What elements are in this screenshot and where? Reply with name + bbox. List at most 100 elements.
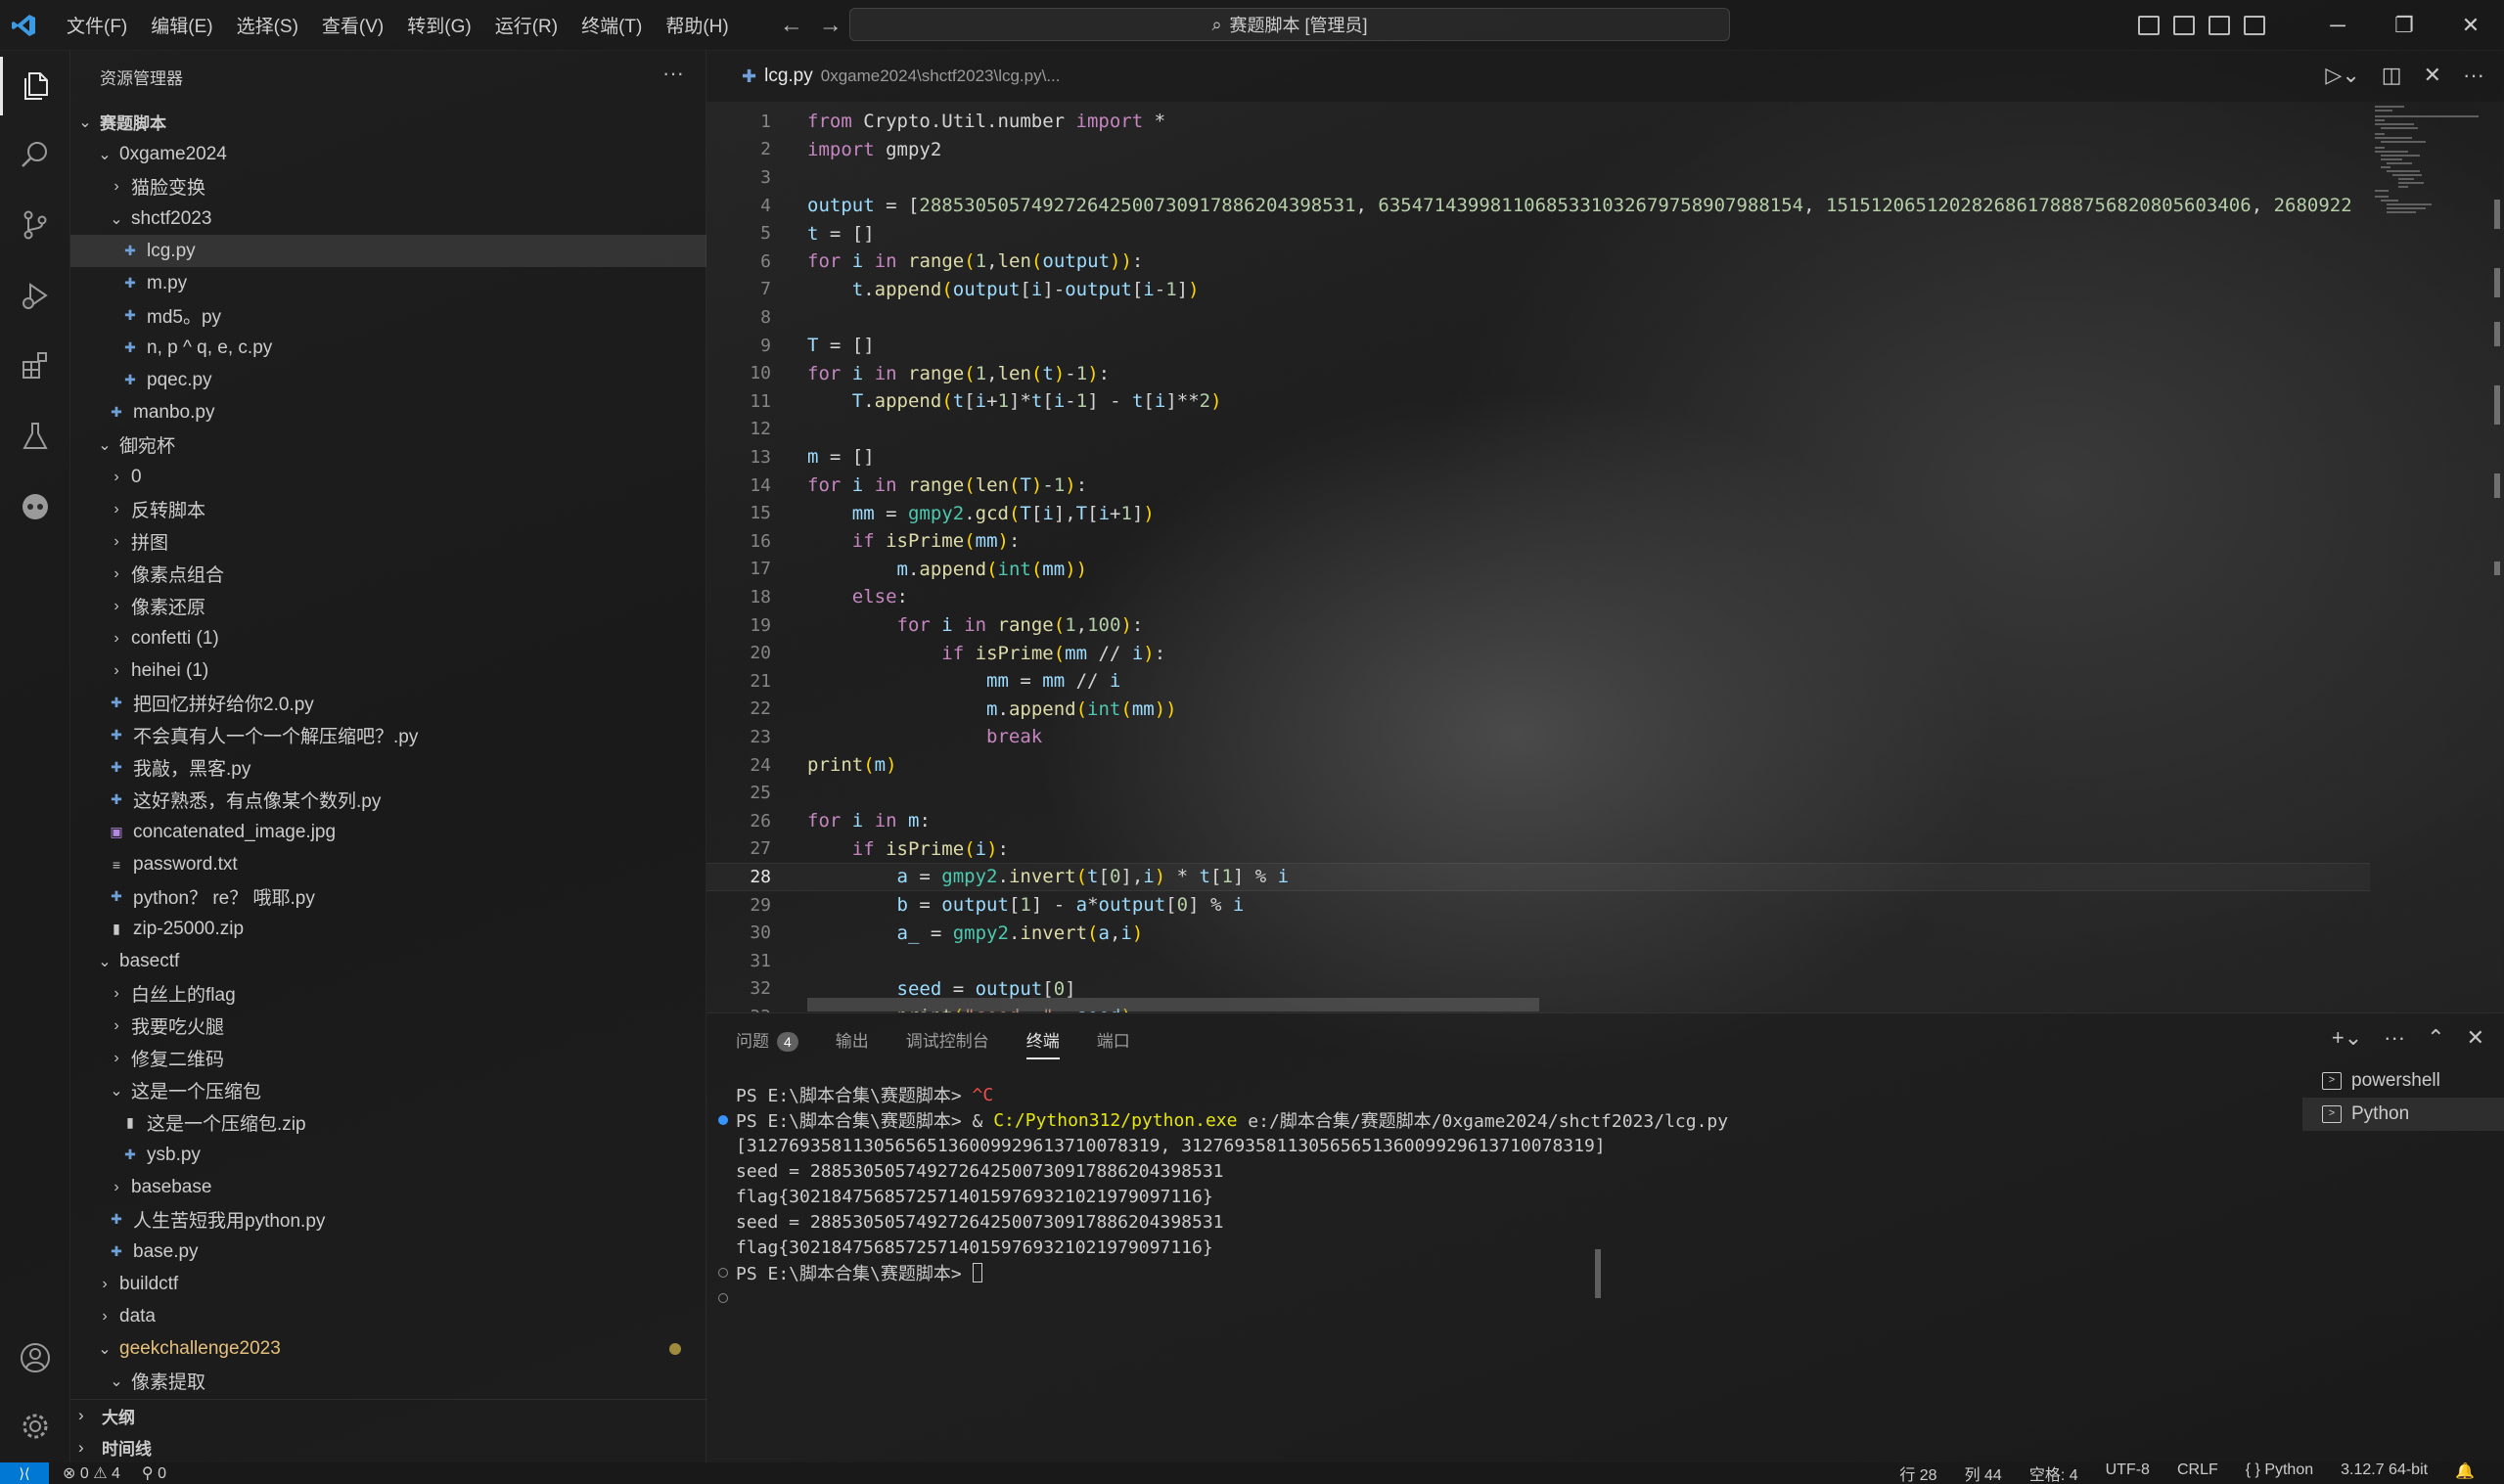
menu-run[interactable]: 运行(R)	[483, 12, 569, 38]
restore-button[interactable]: ❐	[2371, 13, 2437, 38]
code-line[interactable]: 23 break	[706, 723, 2370, 751]
tree-folder[interactable]: ⌄ shctf2023	[70, 202, 706, 235]
code-line[interactable]: 9 T = []	[706, 332, 2370, 360]
close-panel-icon[interactable]: ✕	[2467, 1025, 2484, 1051]
tree-file[interactable]: ▮ zip-25000.zip	[70, 913, 706, 945]
problems-status[interactable]: ⊗ 0 ⚠ 4	[63, 1463, 120, 1483]
code-line[interactable]: 21 mm = mm // i	[706, 667, 2370, 696]
code-line[interactable]: 6 for i in range(1,len(output)):	[706, 247, 2370, 276]
editor-tab-lcg[interactable]: ✚ lcg.py 0xgame2024\shctf2023\lcg.py\...	[742, 66, 1061, 87]
timeline-section[interactable]: › 时间线	[70, 1431, 706, 1463]
menu-help[interactable]: 帮助(H)	[654, 12, 740, 38]
ports-status[interactable]: ⚲ 0	[142, 1463, 166, 1483]
code-line[interactable]: 29 b = output[1] - a*output[0] % i	[706, 891, 2370, 920]
run-debug-icon[interactable]	[0, 266, 70, 325]
language-mode[interactable]: { } Python	[2246, 1462, 2313, 1484]
tree-folder[interactable]: › 拼图	[70, 525, 706, 558]
tree-file[interactable]: ✚ base.py	[70, 1236, 706, 1268]
tree-folder[interactable]: › data	[70, 1300, 706, 1332]
toggle-primary-sidebar-icon[interactable]	[2138, 16, 2160, 35]
tab-output[interactable]: 输出	[836, 1027, 869, 1052]
code-line[interactable]: 20 if isPrime(mm // i):	[706, 639, 2370, 667]
tree-file[interactable]: ✚ 人生苦短我用python.py	[70, 1203, 706, 1236]
terminal-item-powershell[interactable]: > powershell	[2302, 1064, 2504, 1098]
outline-section[interactable]: › 大纲	[70, 1399, 706, 1431]
tree-file[interactable]: ≡ password.txt	[70, 848, 706, 880]
code-line[interactable]: 3	[706, 163, 2370, 192]
close-icon[interactable]: ✕	[2424, 63, 2441, 88]
new-terminal-icon[interactable]: +⌄	[2332, 1025, 2362, 1051]
close-window-button[interactable]: ✕	[2437, 13, 2504, 38]
menu-edit[interactable]: 编辑(E)	[139, 12, 224, 38]
terminal-item-python[interactable]: > Python	[2302, 1098, 2504, 1131]
tree-folder[interactable]: › buildctf	[70, 1268, 706, 1300]
code-line[interactable]: 4 output = [28853050574927264250073091788…	[706, 192, 2370, 220]
code-line[interactable]: 28 a = gmpy2.invert(t[0],i) * t[1] % i	[706, 863, 2370, 891]
tree-folder[interactable]: › 我要吃火腿	[70, 1010, 706, 1042]
code-line[interactable]: 31	[706, 947, 2370, 975]
explorer-icon[interactable]	[0, 57, 70, 115]
code-line[interactable]: 17 m.append(int(mm))	[706, 556, 2370, 584]
search-icon[interactable]	[0, 125, 70, 184]
code-line[interactable]: 12	[706, 416, 2370, 444]
forward-arrow-icon[interactable]: →	[819, 12, 842, 39]
remote-indicator-icon[interactable]: ⟩⟨	[0, 1462, 49, 1484]
tree-folder[interactable]: › 像素还原	[70, 590, 706, 622]
more-actions-icon[interactable]: ···	[2384, 1025, 2405, 1051]
maximize-panel-icon[interactable]: ⌃	[2427, 1025, 2444, 1051]
code-line[interactable]: 16 if isPrime(mm):	[706, 527, 2370, 556]
tree-file[interactable]: ✚ manbo.py	[70, 396, 706, 428]
code-line[interactable]: 27 if isPrime(i):	[706, 835, 2370, 864]
account-icon[interactable]	[0, 1328, 70, 1387]
tree-folder[interactable]: › heihei (1)	[70, 654, 706, 687]
tree-file[interactable]: ▣ concatenated_image.jpg	[70, 816, 706, 848]
tree-file[interactable]: ✚ ysb.py	[70, 1139, 706, 1171]
cursor-col[interactable]: 列 44	[1965, 1462, 2002, 1484]
more-actions-icon[interactable]: ···	[2463, 63, 2484, 88]
terminal-scrollbar[interactable]	[1595, 1249, 1601, 1298]
horizontal-scrollbar[interactable]	[807, 998, 1539, 1012]
toggle-secondary-sidebar-icon[interactable]	[2208, 16, 2230, 35]
code-line[interactable]: 18 else:	[706, 583, 2370, 611]
tree-folder[interactable]: › 白丝上的flag	[70, 977, 706, 1010]
tree-folder[interactable]: ⌄ 0xgame2024	[70, 138, 706, 170]
tree-folder[interactable]: › 猫脸变换	[70, 170, 706, 202]
customize-layout-icon[interactable]	[2244, 16, 2265, 35]
code-line[interactable]: 10 for i in range(1,len(t)-1):	[706, 359, 2370, 387]
code-line[interactable]: 11 T.append(t[i+1]*t[i-1] - t[i]**2)	[706, 387, 2370, 416]
code-line[interactable]: 7 t.append(output[i]-output[i-1])	[706, 276, 2370, 304]
cursor-line[interactable]: 行 28	[1899, 1462, 1936, 1484]
menu-terminal[interactable]: 终端(T)	[569, 12, 654, 38]
code-line[interactable]: 14 for i in range(len(T)-1):	[706, 472, 2370, 500]
settings-gear-icon[interactable]	[0, 1397, 70, 1456]
tree-folder[interactable]: ⌄ basectf	[70, 945, 706, 977]
tree-root[interactable]: ⌄ 赛题脚本	[70, 106, 706, 138]
python-version[interactable]: 3.12.7 64-bit	[2341, 1462, 2428, 1484]
more-actions-icon[interactable]: ···	[662, 61, 684, 86]
encoding[interactable]: UTF-8	[2106, 1462, 2150, 1484]
tree-folder[interactable]: › 反转脚本	[70, 493, 706, 525]
tree-folder[interactable]: › 0	[70, 461, 706, 493]
tree-folder[interactable]: ⌄ 这是一个压缩包	[70, 1074, 706, 1106]
menu-view[interactable]: 查看(V)	[310, 12, 395, 38]
tree-folder[interactable]: › basebase	[70, 1171, 706, 1203]
tab-terminal[interactable]: 终端	[1025, 1027, 1060, 1059]
tree-file[interactable]: ✚ n, p ^ q, e, c.py	[70, 332, 706, 364]
indentation[interactable]: 空格: 4	[2029, 1462, 2078, 1484]
tree-file[interactable]: ✚ m.py	[70, 267, 706, 299]
tab-debug-console[interactable]: 调试控制台	[906, 1027, 989, 1052]
tree-file[interactable]: ▮ 这是一个压缩包.zip	[70, 1106, 706, 1139]
minimap[interactable]	[2371, 102, 2479, 219]
split-editor-icon[interactable]: ◫	[2382, 63, 2402, 88]
code-view[interactable]: 1 from Crypto.Util.number import * 2 import…	[706, 102, 2370, 1012]
back-arrow-icon[interactable]: ←	[780, 12, 803, 39]
tree-file[interactable]: ✚ 不会真有人一个一个解压缩吧？.py	[70, 719, 706, 751]
code-line[interactable]: 22 m.append(int(mm))	[706, 696, 2370, 724]
code-line[interactable]: 1 from Crypto.Util.number import *	[706, 108, 2370, 136]
code-line[interactable]: 26 for i in m:	[706, 807, 2370, 835]
code-line[interactable]: 19 for i in range(1,100):	[706, 611, 2370, 640]
tree-file[interactable]: ✚ 把回忆拼好给你2.0.py	[70, 687, 706, 719]
tree-folder[interactable]: › 像素点组合	[70, 558, 706, 590]
tree-file[interactable]: ✚ pqec.py	[70, 364, 706, 396]
code-line[interactable]: 25	[706, 779, 2370, 807]
